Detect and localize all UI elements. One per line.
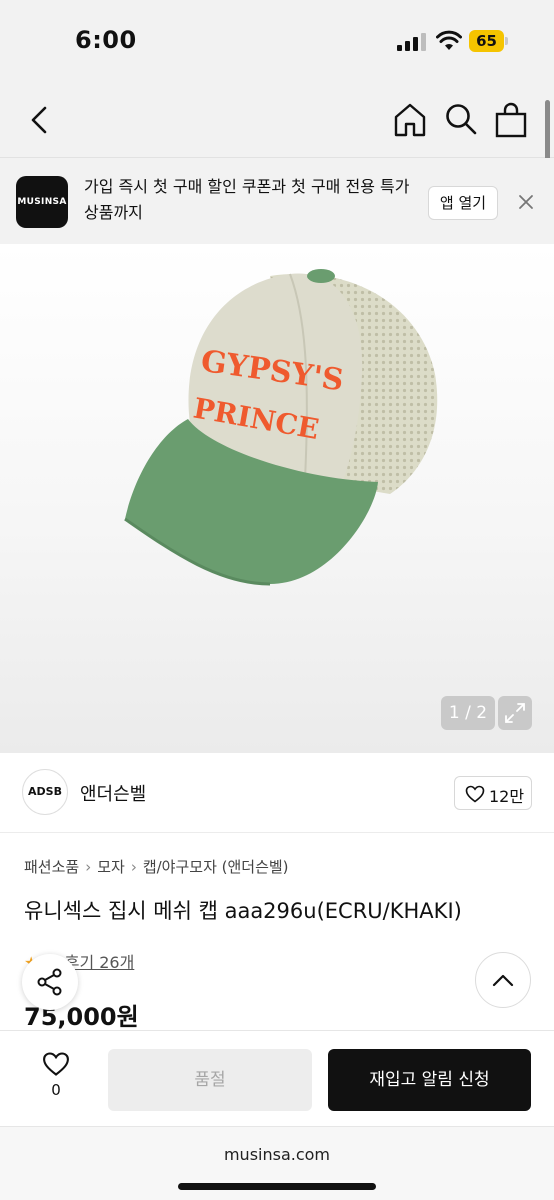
open-app-button[interactable]: 앱 열기 bbox=[428, 186, 498, 220]
share-icon bbox=[37, 968, 62, 996]
product-page: 6:00 65 MUSINSA 가입 즉시 첫 구매 할인 쿠폰과 첫 구매 전… bbox=[0, 0, 554, 1200]
chevron-right-icon: › bbox=[85, 858, 92, 876]
breadcrumb-item[interactable]: 모자 bbox=[97, 858, 125, 876]
app-install-banner: MUSINSA 가입 즉시 첫 구매 할인 쿠폰과 첫 구매 전용 특가 상품까… bbox=[0, 158, 554, 244]
soldout-button: 품절 bbox=[108, 1049, 312, 1111]
signal-icon bbox=[397, 33, 426, 51]
heart-icon bbox=[465, 785, 485, 803]
status-time: 6:00 bbox=[75, 26, 137, 54]
musinsa-logo: MUSINSA bbox=[16, 176, 68, 228]
brand-row[interactable]: ADSB 앤더슨벨 12만 bbox=[0, 753, 554, 833]
brand-like-button[interactable]: 12만 bbox=[454, 776, 532, 810]
expand-button[interactable] bbox=[498, 696, 532, 730]
wifi-icon bbox=[436, 30, 462, 50]
heart-icon bbox=[43, 1052, 69, 1076]
battery-indicator: 65 bbox=[469, 30, 509, 52]
scroll-to-top-button[interactable] bbox=[475, 952, 531, 1008]
breadcrumb-item[interactable]: 캡/야구모자 (앤더슨벨) bbox=[143, 858, 289, 876]
expand-icon bbox=[505, 703, 525, 723]
top-nav bbox=[0, 84, 554, 158]
restock-alert-button[interactable]: 재입고 알림 신청 bbox=[328, 1049, 531, 1111]
banner-text: 가입 즉시 첫 구매 할인 쿠폰과 첫 구매 전용 특가 상품까지 bbox=[84, 177, 410, 222]
product-image: GYPSY'S PRINCE bbox=[124, 269, 438, 586]
back-icon[interactable] bbox=[24, 104, 56, 136]
chevron-right-icon: › bbox=[130, 858, 137, 876]
battery-level: 65 bbox=[476, 32, 497, 50]
product-image-carousel[interactable]: GYPSY'S PRINCE 1 / 2 bbox=[0, 244, 554, 753]
url-text[interactable]: musinsa.com bbox=[0, 1145, 554, 1164]
image-pager: 1 / 2 bbox=[441, 696, 495, 730]
brand-logo[interactable]: ADSB bbox=[22, 769, 68, 815]
home-icon[interactable] bbox=[392, 102, 428, 138]
bag-icon[interactable] bbox=[494, 102, 528, 138]
product-title: 유니섹스 집시 메쉬 캡 aaa296u(ECRU/KHAKI) bbox=[24, 899, 462, 923]
brand-name[interactable]: 앤더슨벨 bbox=[80, 780, 146, 806]
brand-like-count: 12만 bbox=[489, 787, 525, 806]
status-bar: 6:00 65 bbox=[0, 0, 554, 84]
wishlist-button[interactable]: 0 bbox=[36, 1051, 76, 1107]
browser-url-bar[interactable]: musinsa.com bbox=[0, 1126, 554, 1200]
purchase-bar: 0 품절 재입고 알림 신청 bbox=[0, 1030, 554, 1126]
chevron-up-icon bbox=[492, 974, 514, 987]
share-button[interactable] bbox=[22, 954, 78, 1010]
breadcrumb: 패션소품 › 모자 › 캡/야구모자 (앤더슨벨) bbox=[24, 856, 289, 877]
home-indicator bbox=[178, 1183, 376, 1190]
close-icon[interactable] bbox=[516, 192, 536, 212]
wishlist-count: 0 bbox=[51, 1081, 61, 1099]
breadcrumb-item[interactable]: 패션소품 bbox=[24, 858, 79, 876]
search-icon[interactable] bbox=[444, 102, 478, 136]
